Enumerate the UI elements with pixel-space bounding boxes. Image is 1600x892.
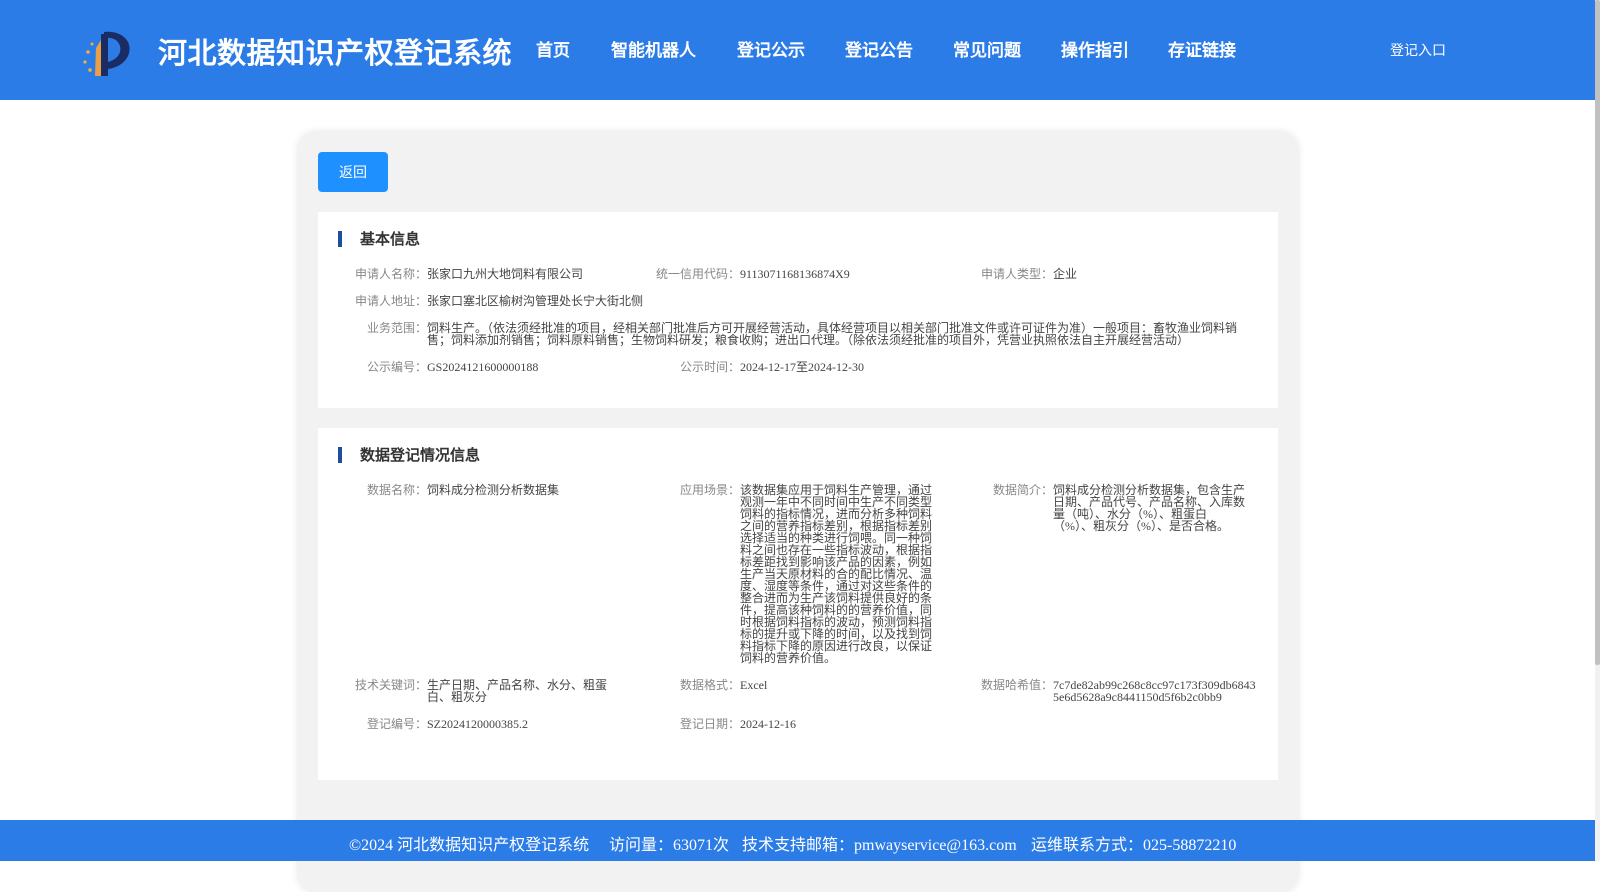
nav-publicity[interactable]: 登记公示 xyxy=(737,36,805,61)
detail-panel: 返回 基本信息 申请人名称： 张家口九州大地饲料有限公司 统一信用代码： 911… xyxy=(298,132,1298,892)
data-registration-card: 数据登记情况信息 数据名称： 饲料成分检测分析数据集 应用场景： 该数据集应用于… xyxy=(318,428,1278,780)
data-format-value: Excel xyxy=(740,678,768,692)
data-hash-value: 7c7de82ab99c268c8cc97c173f309db68435e6d5… xyxy=(1053,678,1256,704)
applicant-name-label: 申请人名称： xyxy=(354,267,427,281)
applicant-address-value: 张家口塞北区榆树沟管理处长宁大街北侧 xyxy=(427,294,644,308)
data-summary-value: 饲料成分检测分析数据集，包含生产日期、产品代号、产品名称、入库数量（吨）、水分（… xyxy=(1053,483,1246,533)
applicant-address-label: 申请人地址： xyxy=(354,294,427,308)
publicity-number-value: GS2024121600000188 xyxy=(427,360,539,374)
data-name-field: 数据名称： 饲料成分检测分析数据集 xyxy=(367,483,617,497)
data-name-value: 饲料成分检测分析数据集 xyxy=(427,483,560,497)
credit-code-value: 9113071168136874X9 xyxy=(740,267,850,281)
applicant-type-value: 企业 xyxy=(1053,267,1078,281)
registration-number-label: 登记编号： xyxy=(366,717,427,731)
scrollbar-thumb[interactable] xyxy=(1595,0,1600,665)
data-summary-label: 数据简介： xyxy=(992,483,1053,497)
footer-ops-phone: 运维联系方式：025-58872210 xyxy=(1031,837,1237,854)
applicant-address-field: 申请人地址： 张家口塞北区榆树沟管理处长宁大街北侧 xyxy=(355,294,727,308)
publicity-time-label: 公示时间： xyxy=(679,360,740,374)
registration-number-value: SZ2024120000385.2 xyxy=(427,717,529,731)
footer-copyright: ©2024 河北数据知识产权登记系统 xyxy=(349,837,590,854)
tech-keywords-field: 技术关键词： 生产日期、产品名称、水分、粗蛋白、粗灰分 xyxy=(355,678,609,704)
login-entry-link[interactable]: 登记入口 xyxy=(1390,40,1446,60)
applicant-name-field: 申请人名称： 张家口九州大地饲料有限公司 xyxy=(355,267,657,281)
page-footer: ©2024 河北数据知识产权登记系统 访问量：63071次 技术支持邮箱：pmw… xyxy=(0,820,1595,861)
nav-guide[interactable]: 操作指引 xyxy=(1061,36,1129,61)
registration-date-field: 登记日期： 2024-12-16 xyxy=(680,717,930,731)
registration-date-label: 登记日期： xyxy=(679,717,740,731)
registration-number-field: 登记编号： SZ2024120000385.2 xyxy=(367,717,617,731)
site-title: 河北数据知识产权登记系统 xyxy=(158,36,513,70)
applicant-type-label: 申请人类型： xyxy=(980,267,1053,281)
publicity-time-field: 公示时间： 2024-12-17至2024-12-30 xyxy=(680,360,970,374)
business-scope-value: 饲料生产。（依法须经批准的项目，经相关部门批准后方可开展经营活动，具体经营项目以… xyxy=(427,321,1238,347)
publicity-number-label: 公示编号： xyxy=(366,360,427,374)
footer-visits: 访问量：63071次 xyxy=(609,837,730,854)
application-scenario-value: 该数据集应用于饲料生产管理，通过观测一年中不同时间中生产不同类型饲料的指标情况，… xyxy=(740,483,933,665)
data-name-label: 数据名称： xyxy=(366,483,427,497)
publicity-number-field: 公示编号： GS2024121600000188 xyxy=(367,360,657,374)
applicant-name-value: 张家口九州大地饲料有限公司 xyxy=(427,267,584,281)
back-button[interactable]: 返回 xyxy=(318,152,388,192)
data-format-label: 数据格式： xyxy=(679,678,740,692)
business-scope-label: 业务范围： xyxy=(366,321,427,335)
tech-keywords-value: 生产日期、产品名称、水分、粗蛋白、粗灰分 xyxy=(427,678,608,704)
tech-keywords-label: 技术关键词： xyxy=(354,678,427,692)
footer-support-email: 技术支持邮箱：pmwayservice@163.com xyxy=(742,837,1017,854)
nav-home[interactable]: 首页 xyxy=(536,36,570,61)
basic-info-card: 基本信息 申请人名称： 张家口九州大地饲料有限公司 统一信用代码： 911307… xyxy=(318,212,1278,408)
data-summary-field: 数据简介： 饲料成分检测分析数据集，包含生产日期、产品代号、产品名称、入库数量（… xyxy=(993,483,1246,533)
registration-date-value: 2024-12-16 xyxy=(740,717,796,731)
basic-info-title: 基本信息 xyxy=(338,231,420,247)
application-scenario-label: 应用场景： xyxy=(679,483,740,497)
applicant-type-field: 申请人类型： 企业 xyxy=(981,267,1253,281)
top-header: 河北数据知识产权登记系统 首页 智能机器人 登记公示 登记公告 常见问题 操作指… xyxy=(0,0,1595,100)
data-hash-field: 数据哈希值： 7c7de82ab99c268c8cc97c173f309db68… xyxy=(981,678,1258,704)
data-registration-title: 数据登记情况信息 xyxy=(338,447,480,463)
publicity-time-value: 2024-12-17至2024-12-30 xyxy=(740,360,864,374)
nav-link[interactable]: 存证链接 xyxy=(1168,36,1236,61)
application-scenario-field: 应用场景： 该数据集应用于饲料生产管理，通过观测一年中不同时间中生产不同类型饲料… xyxy=(680,483,933,665)
nav-announcement[interactable]: 登记公告 xyxy=(845,36,913,61)
site-logo-icon xyxy=(83,31,130,76)
nav-robot[interactable]: 智能机器人 xyxy=(611,36,696,61)
business-scope-field: 业务范围： 饲料生产。（依法须经批准的项目，经相关部门批准后方可开展经营活动，具… xyxy=(367,321,1247,347)
nav-faq[interactable]: 常见问题 xyxy=(953,36,1021,61)
credit-code-field: 统一信用代码： 9113071168136874X9 xyxy=(656,267,940,281)
page-scrollbar[interactable] xyxy=(1595,0,1600,861)
data-format-field: 数据格式： Excel xyxy=(680,678,932,692)
credit-code-label: 统一信用代码： xyxy=(655,267,740,281)
data-hash-label: 数据哈希值： xyxy=(980,678,1053,692)
